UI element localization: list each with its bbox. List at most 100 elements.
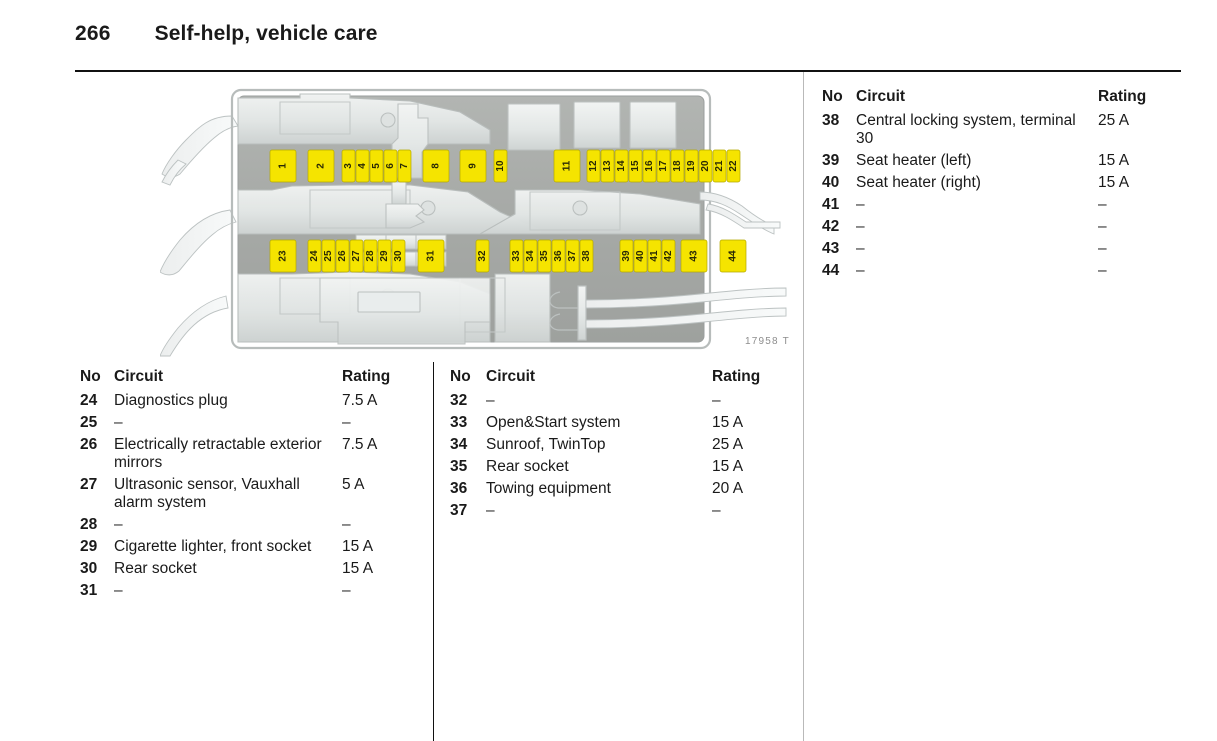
table-row: 30 Rear socket 15 A — [80, 560, 420, 578]
fuse-slot-6[interactable]: 6 — [383, 149, 398, 183]
fuse-number-label: 5 — [371, 163, 382, 169]
col-header-no: No — [822, 88, 843, 105]
fuse-slot-20[interactable]: 20 — [698, 149, 713, 183]
cell-fuse-number: 35 — [450, 458, 468, 475]
cell-circuit: Seat heater (left) — [856, 152, 972, 169]
table-row: 34 Sunroof, TwinTop 25 A — [450, 436, 790, 454]
fuse-slot-8[interactable]: 8 — [422, 149, 450, 183]
fuse-slot-39[interactable]: 39 — [619, 239, 634, 273]
fuse-slot-22[interactable]: 22 — [726, 149, 741, 183]
cell-rating: – — [712, 392, 721, 409]
cell-circuit: Electrically retractable exterior mirror… — [114, 436, 322, 471]
fuse-number-label: 10 — [495, 160, 506, 172]
cell-circuit: Central locking system, terminal 30 — [856, 112, 1076, 147]
fuse-number-label: 34 — [525, 250, 536, 262]
fuse-slot-5[interactable]: 5 — [369, 149, 384, 183]
bottom-tray — [319, 277, 491, 345]
fuse-slot-27[interactable]: 27 — [349, 239, 364, 273]
fuse-slot-40[interactable]: 40 — [633, 239, 648, 273]
fuse-slot-9[interactable]: 9 — [459, 149, 487, 183]
table-header-row: No Circuit Rating — [822, 88, 1172, 106]
fuse-number-label: 12 — [588, 160, 599, 172]
fuse-slot-12[interactable]: 12 — [586, 149, 601, 183]
figure-caption: 17958 T — [745, 336, 790, 347]
fuse-number-label: 23 — [278, 250, 289, 262]
header-divider-rule — [75, 70, 1181, 72]
column-divider-middle — [433, 362, 434, 741]
fuse-slot-25[interactable]: 25 — [321, 239, 336, 273]
cell-fuse-number: 24 — [80, 392, 98, 409]
col-header-circuit: Circuit — [486, 368, 536, 385]
cell-fuse-number: 41 — [822, 196, 840, 213]
fuse-slot-41[interactable]: 41 — [647, 239, 662, 273]
fuse-slot-24[interactable]: 24 — [307, 239, 322, 273]
fuse-slot-23[interactable]: 23 — [269, 239, 297, 273]
fuse-box-diagram: 1 2 3 4 5 6 7 8 9 10 11 12 13 14 15 16 17 18 19 20 21 22 23 24… — [160, 82, 800, 357]
fuse-number-label: 40 — [635, 250, 646, 262]
table-row: 44– – — [822, 262, 1172, 280]
fuse-number-label: 30 — [393, 250, 404, 262]
table-row: 42– – — [822, 218, 1172, 236]
fuse-slot-34[interactable]: 34 — [523, 239, 538, 273]
fuse-slot-42[interactable]: 42 — [661, 239, 676, 273]
fuse-slot-2[interactable]: 2 — [307, 149, 335, 183]
fuse-slot-1[interactable]: 1 — [269, 149, 297, 183]
cell-rating: 15 A — [1098, 152, 1130, 169]
cell-circuit: – — [114, 414, 123, 431]
fuse-number-label: 39 — [621, 250, 632, 262]
fuse-number-label: 16 — [644, 160, 655, 172]
cell-rating: 15 A — [712, 414, 744, 431]
fuse-slot-4[interactable]: 4 — [355, 149, 370, 183]
fuse-number-label: 24 — [309, 250, 320, 262]
fuse-slot-19[interactable]: 19 — [684, 149, 699, 183]
cell-fuse-number: 25 — [80, 414, 98, 431]
fuse-number-label: 9 — [468, 163, 479, 169]
fuse-slot-15[interactable]: 15 — [628, 149, 643, 183]
cell-circuit: – — [856, 218, 865, 235]
fuse-slot-44[interactable]: 44 — [719, 239, 747, 273]
col-header-no: No — [80, 368, 101, 385]
fuse-table-middle: No Circuit Rating 32 – – 33 Open&Start syste… — [450, 368, 790, 524]
fuse-number-label: 4 — [357, 163, 368, 169]
cell-circuit: – — [114, 582, 123, 599]
cell-fuse-number: 32 — [450, 392, 468, 409]
table-row: 43– – — [822, 240, 1172, 258]
fuse-slot-13[interactable]: 13 — [600, 149, 615, 183]
fuse-slot-10[interactable]: 10 — [493, 149, 508, 183]
fuse-slot-30[interactable]: 30 — [391, 239, 406, 273]
cell-rating: 7.5 A — [342, 392, 378, 409]
fuse-slot-28[interactable]: 28 — [363, 239, 378, 273]
fuse-slot-31[interactable]: 31 — [417, 239, 445, 273]
fuse-slot-38[interactable]: 38 — [579, 239, 594, 273]
column-divider-right — [803, 72, 804, 741]
cell-rating: – — [1098, 240, 1107, 257]
fuse-slot-11[interactable]: 11 — [553, 149, 581, 183]
page-title: Self-help, vehicle care — [154, 22, 378, 45]
fuse-slot-14[interactable]: 14 — [614, 149, 629, 183]
fuse-slot-35[interactable]: 35 — [537, 239, 552, 273]
fuse-slot-18[interactable]: 18 — [670, 149, 685, 183]
fuse-number-label: 44 — [728, 250, 739, 262]
cell-rating: 15 A — [1098, 174, 1130, 191]
cell-circuit: – — [114, 516, 123, 533]
fuse-slot-36[interactable]: 36 — [551, 239, 566, 273]
fuse-slot-37[interactable]: 37 — [565, 239, 580, 273]
fuse-slot-21[interactable]: 21 — [712, 149, 727, 183]
fuse-slot-17[interactable]: 17 — [656, 149, 671, 183]
fuse-slot-32[interactable]: 32 — [475, 239, 490, 273]
col-header-rating: Rating — [1098, 88, 1147, 105]
fuse-slot-29[interactable]: 29 — [377, 239, 392, 273]
cell-circuit: – — [856, 240, 865, 257]
fuse-slot-3[interactable]: 3 — [341, 149, 356, 183]
fuse-slot-33[interactable]: 33 — [509, 239, 524, 273]
cell-circuit: Cigarette lighter, front socket — [114, 538, 312, 555]
table-row: 26 Electrically retractable exterior mirr… — [80, 436, 420, 472]
fuse-slot-7[interactable]: 7 — [397, 149, 412, 183]
cell-circuit: Ultrasonic sensor, Vauxhall alarm system — [114, 476, 300, 511]
fuse-number-label: 14 — [616, 160, 627, 172]
table-row: 28– – — [80, 516, 420, 534]
fuse-slot-43[interactable]: 43 — [680, 239, 708, 273]
fuse-slot-26[interactable]: 26 — [335, 239, 350, 273]
table-row: 25– – — [80, 414, 420, 432]
fuse-slot-16[interactable]: 16 — [642, 149, 657, 183]
